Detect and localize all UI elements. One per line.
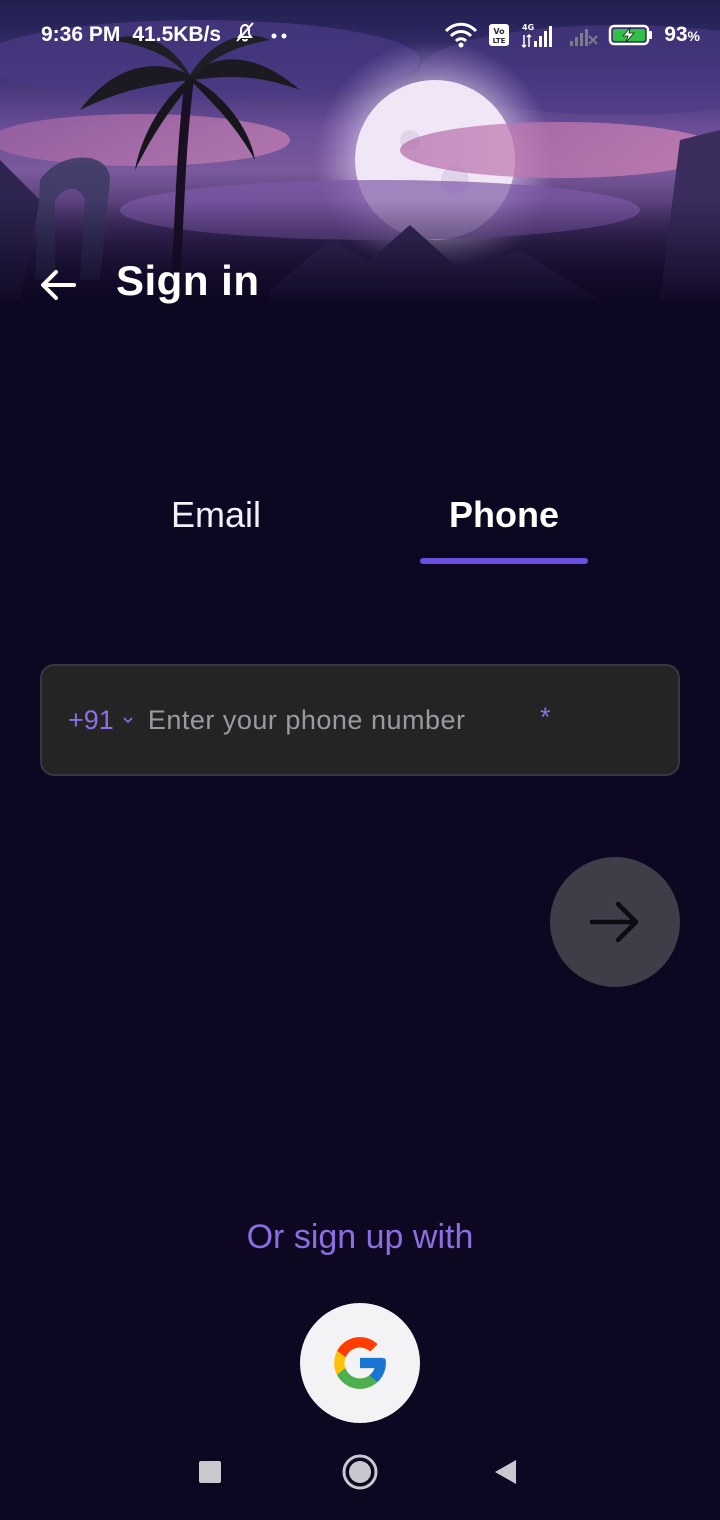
battery-percentage: 93% xyxy=(664,23,700,46)
circle-icon xyxy=(342,1454,378,1490)
svg-text:LTE: LTE xyxy=(493,37,506,45)
google-sign-up-button[interactable] xyxy=(300,1303,420,1423)
signal-4g-icon: 4G xyxy=(520,21,558,49)
square-icon xyxy=(199,1461,221,1483)
page-title: Sign in xyxy=(116,257,260,304)
arrow-right-icon xyxy=(589,901,639,943)
svg-text:Vo: Vo xyxy=(494,27,506,36)
tab-phone[interactable]: Phone xyxy=(420,480,588,550)
tab-selected-indicator xyxy=(420,558,588,564)
country-code-value: +91 xyxy=(68,704,114,735)
more-notifications-icon xyxy=(269,23,289,47)
arrow-left-icon xyxy=(41,270,76,300)
sign-in-method-tabs: Email Phone xyxy=(0,480,720,570)
required-mark: * xyxy=(540,702,551,732)
volte-icon: Vo LTE xyxy=(488,23,510,47)
status-network-speed: 41.5KB/s xyxy=(132,23,222,46)
google-logo-icon xyxy=(334,1337,386,1389)
triangle-back-icon xyxy=(495,1460,516,1484)
next-button[interactable] xyxy=(550,857,680,987)
phone-number-field: +91 * xyxy=(40,664,680,776)
status-bar: 9:36 PM 41.5KB/s Vo LTE 4G 93% xyxy=(0,0,720,70)
app-bar: Sign in xyxy=(0,245,720,325)
mute-bell-icon xyxy=(233,20,257,50)
signal-sim2-icon xyxy=(568,23,598,47)
recents-button[interactable] xyxy=(180,1450,240,1494)
svg-text:4G: 4G xyxy=(522,23,534,32)
system-navigation-bar xyxy=(0,1430,720,1520)
country-code-selector[interactable]: +91 xyxy=(68,705,134,736)
phone-number-input[interactable] xyxy=(147,690,678,750)
status-right: Vo LTE 4G 93% xyxy=(444,21,700,49)
system-back-button[interactable] xyxy=(476,1450,536,1494)
back-button[interactable] xyxy=(30,261,86,309)
wifi-icon xyxy=(444,22,478,48)
home-button[interactable] xyxy=(330,1444,390,1500)
battery-charging-icon xyxy=(608,23,654,47)
status-left: 9:36 PM 41.5KB/s xyxy=(41,20,289,50)
chevron-down-icon xyxy=(123,717,133,724)
tab-email[interactable]: Email xyxy=(130,480,302,550)
status-time: 9:36 PM xyxy=(41,23,121,46)
or-sign-up-label: Or sign up with xyxy=(246,1218,474,1256)
